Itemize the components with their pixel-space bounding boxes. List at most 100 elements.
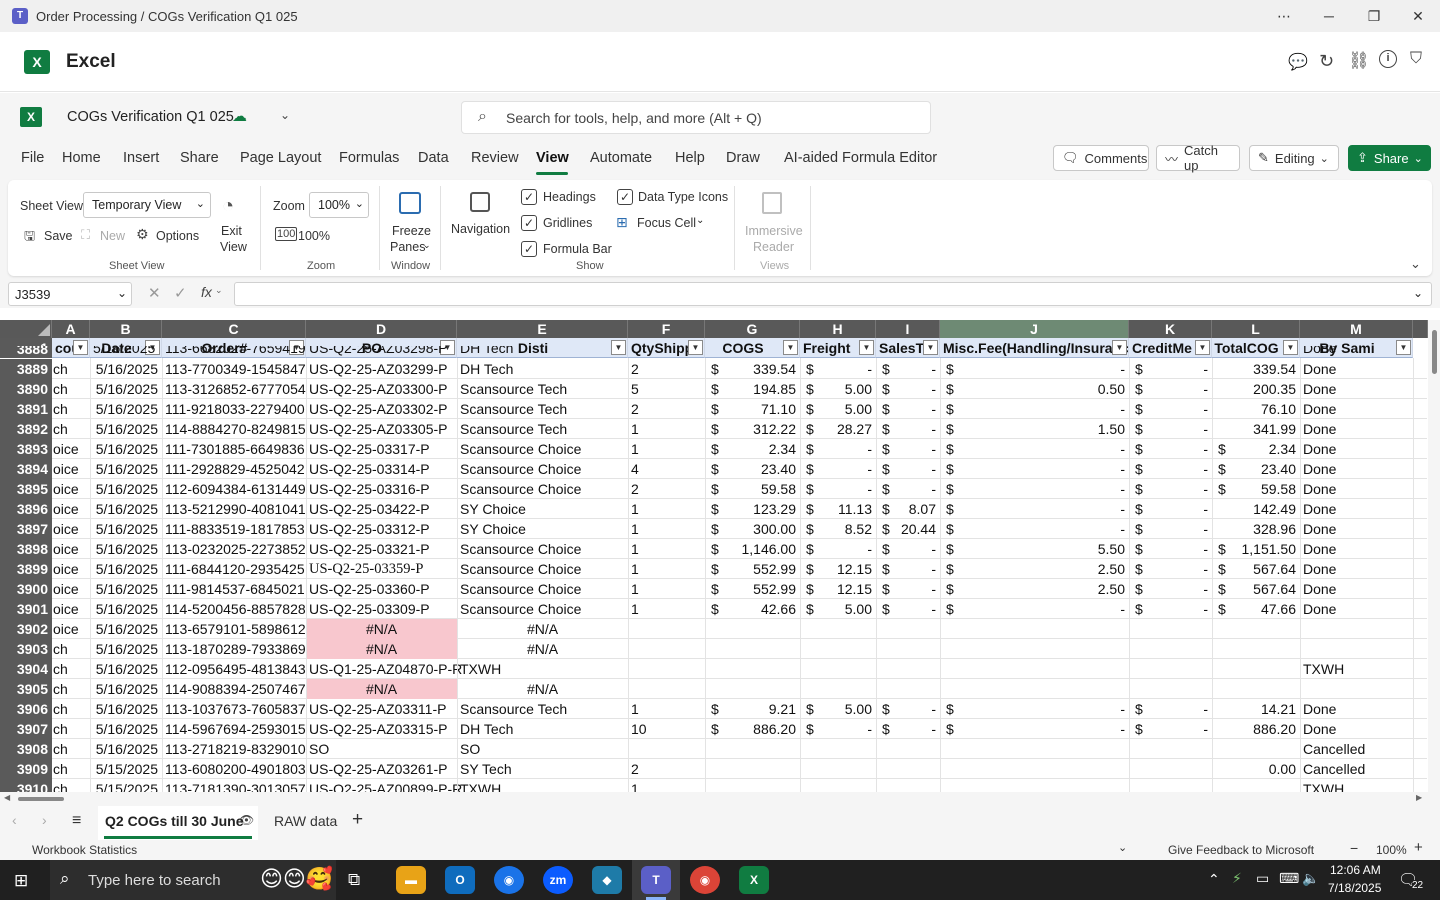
scroll-left-icon[interactable]: ◀ bbox=[4, 793, 10, 802]
freeze-panes-icon[interactable] bbox=[399, 192, 421, 214]
outlook-icon[interactable]: O bbox=[445, 866, 475, 894]
add-sheet-icon[interactable]: + bbox=[352, 809, 363, 831]
row-number[interactable]: 3895 bbox=[0, 479, 52, 499]
column-header-c[interactable]: C bbox=[162, 320, 306, 338]
filter-dropdown-button[interactable]: ▼ bbox=[1195, 340, 1210, 355]
app-icon[interactable]: ◆ bbox=[592, 866, 622, 894]
name-box[interactable]: J3539 ⌄ bbox=[8, 282, 132, 306]
link-icon[interactable]: ⛓ bbox=[1348, 51, 1370, 71]
freeze-panes-label-1[interactable]: Freeze bbox=[392, 224, 431, 238]
task-view-icon[interactable]: ⧉ bbox=[348, 870, 360, 890]
cancel-icon[interactable]: ✕ bbox=[148, 284, 161, 302]
row-number[interactable]: 3899 bbox=[0, 559, 52, 579]
refresh-icon[interactable]: ↻ bbox=[1319, 51, 1334, 72]
insert-function-button[interactable]: fx bbox=[201, 284, 212, 300]
new-button[interactable]: New bbox=[100, 229, 125, 243]
chrome-profile-icon[interactable]: ◉ bbox=[690, 866, 720, 894]
vertical-scrollbar[interactable] bbox=[1428, 320, 1440, 792]
menu-ai-formula-editor[interactable]: AI-aided Formula Editor bbox=[784, 150, 937, 166]
all-sheets-icon[interactable]: ≡ bbox=[72, 812, 81, 830]
filter-dropdown-button[interactable]: ▼ bbox=[1283, 340, 1298, 355]
row-number[interactable]: 3901 bbox=[0, 599, 52, 619]
row-number[interactable]: 3907 bbox=[0, 719, 52, 739]
column-header-b[interactable]: B bbox=[90, 320, 162, 338]
tray-app-icon[interactable]: ⚡ bbox=[1232, 870, 1242, 887]
clock-time[interactable]: 12:06 AM bbox=[1330, 863, 1381, 877]
file-explorer-icon[interactable]: ▬ bbox=[396, 866, 426, 894]
filter-dropdown-button[interactable]: ▼ bbox=[611, 340, 626, 355]
column-header-j[interactable]: J bbox=[940, 320, 1129, 338]
teams-taskbar-active[interactable]: T bbox=[632, 860, 680, 900]
spreadsheet-grid[interactable]: ABCDEFGHIJKLM1cou▼Date▼Order#▼PO▼Disti▼Q… bbox=[0, 320, 1440, 792]
data-type-icons-checkbox[interactable]: ✓ bbox=[617, 189, 633, 205]
freeze-panes-label-2[interactable]: Panes bbox=[390, 240, 425, 254]
row-number[interactable]: 3889 bbox=[0, 359, 52, 379]
workbook-statistics[interactable]: Workbook Statistics bbox=[32, 843, 137, 857]
filter-dropdown-button[interactable]: ▼ bbox=[688, 340, 703, 355]
row-number[interactable]: 3893 bbox=[0, 439, 52, 459]
filter-dropdown-button[interactable]: ▼ bbox=[1112, 340, 1127, 355]
row-number[interactable]: 3892 bbox=[0, 419, 52, 439]
menu-view[interactable]: View bbox=[536, 150, 569, 166]
column-header-g[interactable]: G bbox=[705, 320, 800, 338]
row-number[interactable]: 3903 bbox=[0, 639, 52, 659]
exit-view-label-2[interactable]: View bbox=[220, 240, 247, 254]
chrome-icon[interactable]: ◉ bbox=[494, 866, 524, 894]
info-icon[interactable]: i bbox=[1379, 50, 1397, 68]
column-header-a[interactable]: A bbox=[52, 320, 90, 338]
navigation-button[interactable]: Navigation bbox=[451, 222, 510, 236]
exit-view-label-1[interactable]: Exit bbox=[221, 224, 242, 238]
enter-icon[interactable]: ✓ bbox=[174, 284, 187, 302]
zoom-app-icon[interactable]: zm bbox=[543, 866, 573, 894]
options-button[interactable]: Options bbox=[156, 229, 199, 243]
menu-insert[interactable]: Insert bbox=[123, 150, 159, 166]
row-number[interactable]: 3908 bbox=[0, 739, 52, 759]
prev-sheet-icon[interactable]: ‹ bbox=[12, 812, 17, 828]
sheet-tab-active[interactable]: Q2 COGs till 30 June 👁 bbox=[98, 806, 258, 840]
zoom-in-icon[interactable]: + bbox=[1414, 839, 1423, 856]
save-button[interactable]: Save bbox=[44, 229, 73, 243]
menu-file[interactable]: File bbox=[21, 150, 44, 166]
column-header-d[interactable]: D bbox=[306, 320, 457, 338]
zoom-select[interactable]: 100% ⌄ bbox=[309, 192, 369, 218]
chevron-down-icon[interactable]: ⌄ bbox=[1118, 841, 1127, 854]
menu-page-layout[interactable]: Page Layout bbox=[240, 150, 321, 166]
column-header-m[interactable]: M bbox=[1300, 320, 1413, 338]
minimize-button[interactable]: ─ bbox=[1307, 0, 1351, 32]
horizontal-scrollbar[interactable]: ◀ ▶ bbox=[0, 792, 1440, 806]
close-button[interactable]: ✕ bbox=[1396, 0, 1440, 32]
immersive-reader-label-1[interactable]: Immersive bbox=[745, 224, 803, 238]
row-number[interactable]: 3894 bbox=[0, 459, 52, 479]
menu-help[interactable]: Help bbox=[675, 150, 705, 166]
network-icon[interactable]: ⌨ bbox=[1279, 870, 1299, 887]
filter-dropdown-button[interactable]: ▼ bbox=[859, 340, 874, 355]
catchup-button[interactable]: 〰 Catch up bbox=[1156, 143, 1240, 173]
row-number[interactable]: 3902 bbox=[0, 619, 52, 639]
column-header-f[interactable]: F bbox=[628, 320, 705, 338]
row-number[interactable]: 3891 bbox=[0, 399, 52, 419]
column-header-h[interactable]: H bbox=[800, 320, 876, 338]
exit-view-icon[interactable]: ◔ bbox=[222, 195, 234, 218]
menu-share[interactable]: Share bbox=[180, 150, 219, 166]
row-number[interactable]: 3906 bbox=[0, 699, 52, 719]
search-box[interactable]: ⌕ Search for tools, help, and more (Alt … bbox=[461, 101, 931, 134]
row-number[interactable]: 3888 bbox=[0, 346, 52, 358]
feedback-link[interactable]: Give Feedback to Microsoft bbox=[1168, 843, 1314, 857]
next-sheet-icon[interactable]: › bbox=[42, 812, 47, 828]
vertical-scroll-thumb[interactable] bbox=[1432, 330, 1437, 374]
row-number[interactable]: 3898 bbox=[0, 539, 52, 559]
formula-bar-checkbox[interactable]: ✓ bbox=[521, 241, 537, 257]
gridlines-checkbox[interactable]: ✓ bbox=[521, 215, 537, 231]
filter-dropdown-button[interactable]: ▼ bbox=[783, 340, 798, 355]
scroll-thumb[interactable] bbox=[18, 797, 64, 801]
row-number[interactable]: 3900 bbox=[0, 579, 52, 599]
volume-icon[interactable]: 🔈 bbox=[1302, 870, 1319, 887]
row-number[interactable]: 3905 bbox=[0, 679, 52, 699]
tray-chevron-icon[interactable]: ⌃ bbox=[1208, 871, 1220, 888]
chevron-down-icon[interactable]: ⌄ bbox=[280, 108, 290, 122]
row-number[interactable]: 3910 bbox=[0, 779, 52, 792]
focus-cell-button[interactable]: Focus Cell bbox=[637, 216, 696, 230]
menu-home[interactable]: Home bbox=[62, 150, 101, 166]
menu-review[interactable]: Review bbox=[471, 150, 519, 166]
maximize-button[interactable]: ❐ bbox=[1352, 0, 1396, 32]
